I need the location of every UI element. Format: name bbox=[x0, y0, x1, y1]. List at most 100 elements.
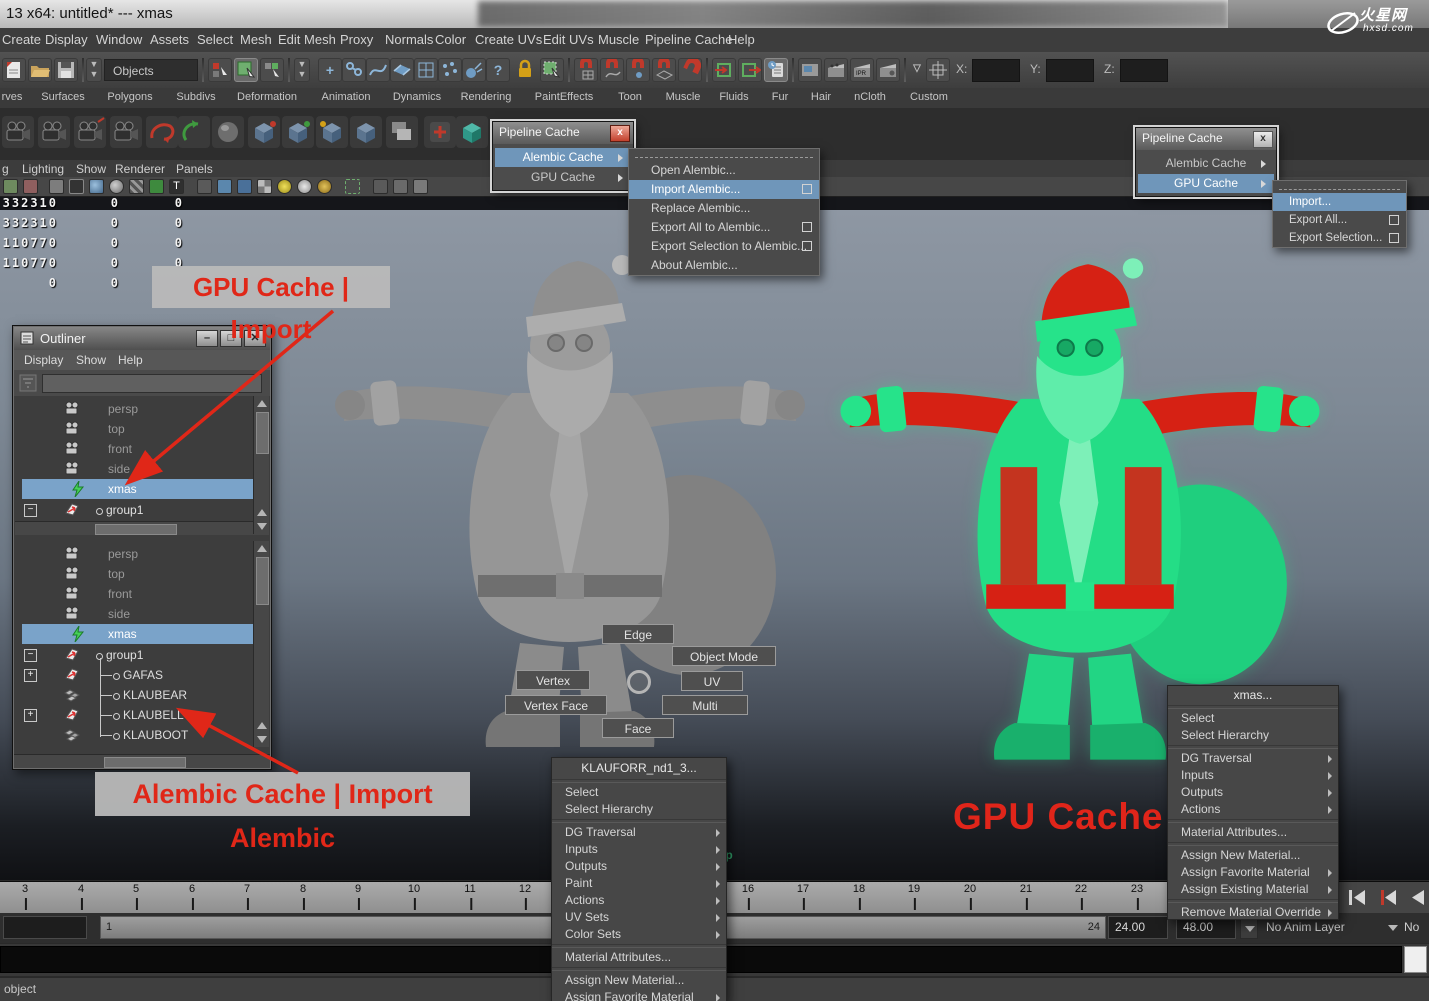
marking-menu-multi[interactable]: Multi bbox=[662, 695, 748, 715]
gpu-cache-cube-shelf-icon[interactable] bbox=[456, 116, 488, 148]
construction-history-icon[interactable] bbox=[764, 58, 788, 82]
surface-tool-icon[interactable] bbox=[390, 58, 414, 82]
z-coordinate-field[interactable] bbox=[1120, 59, 1168, 82]
menu-display[interactable]: Display bbox=[45, 32, 88, 47]
outliner-item-persp[interactable]: persp bbox=[14, 399, 270, 419]
frame-tick[interactable]: 5 bbox=[133, 883, 139, 895]
camera-attributes-icon[interactable] bbox=[23, 179, 38, 194]
menu-edit-uvs[interactable]: Edit UVs bbox=[543, 32, 594, 47]
frame-tick[interactable]: 10 bbox=[408, 883, 420, 895]
smooth-shade-cube-icon[interactable] bbox=[217, 179, 232, 194]
poly-cube-shelf-icon[interactable] bbox=[282, 116, 314, 148]
menu-edit-mesh[interactable]: Edit Mesh bbox=[278, 32, 336, 47]
collapse-expander[interactable]: − bbox=[24, 504, 37, 517]
menu-window[interactable]: Window bbox=[96, 32, 142, 47]
menu-item-outputs[interactable]: Outputs bbox=[1168, 784, 1338, 801]
menu-item-uv-sets[interactable]: UV Sets bbox=[552, 909, 726, 926]
snap-to-plane-icon[interactable] bbox=[652, 58, 676, 82]
about-alembic-item[interactable]: About Alembic... bbox=[629, 256, 819, 275]
option-box-icon[interactable] bbox=[802, 222, 812, 232]
highlight-selection-icon[interactable] bbox=[540, 58, 564, 82]
tear-off-handle[interactable] bbox=[1279, 183, 1400, 190]
menu-item-select[interactable]: Select bbox=[552, 784, 726, 801]
wire-cube-icon[interactable] bbox=[197, 179, 212, 194]
panel-menu-panels[interactable]: Panels bbox=[176, 162, 213, 176]
option-box-icon[interactable] bbox=[1389, 215, 1399, 225]
close-icon[interactable]: x bbox=[1253, 131, 1273, 148]
flat-shade-cube-icon[interactable] bbox=[237, 179, 252, 194]
expand-expander[interactable]: + bbox=[24, 669, 37, 682]
move-tool-icon[interactable]: + bbox=[318, 58, 342, 82]
shelf-tab-subdivs[interactable]: Subdivs bbox=[176, 91, 215, 103]
output-connections-icon[interactable] bbox=[738, 58, 762, 82]
outliner-item-side[interactable]: side bbox=[14, 459, 270, 479]
scroll-down-icon[interactable] bbox=[257, 736, 267, 743]
textured-mode-icon[interactable] bbox=[149, 179, 164, 194]
start-time-field[interactable] bbox=[3, 916, 87, 939]
shelf-tab-rendering[interactable]: Rendering bbox=[461, 91, 512, 103]
checker-sphere-icon[interactable] bbox=[257, 179, 272, 194]
shelf-tab-curves[interactable]: rves bbox=[2, 91, 23, 103]
outliner-item-side[interactable]: side bbox=[14, 604, 270, 624]
dropdown-chevron-icon[interactable]: ▽ bbox=[910, 58, 924, 82]
collapse-chevron-icon[interactable]: ▼▼ bbox=[86, 58, 102, 82]
scrollbar-thumb[interactable] bbox=[95, 524, 177, 535]
marking-menu-uv[interactable]: UV bbox=[681, 671, 743, 691]
frame-tick[interactable]: 16 bbox=[742, 883, 754, 895]
pipeline-window-title-bar[interactable]: Pipeline Cache x bbox=[493, 122, 633, 144]
step-back-key-button[interactable] bbox=[1376, 886, 1400, 909]
open-scene-icon[interactable] bbox=[28, 58, 52, 82]
outliner-item-top[interactable]: top bbox=[14, 564, 270, 584]
shelf-tab-surfaces[interactable]: Surfaces bbox=[41, 91, 84, 103]
outliner-item-klauboot[interactable]: KLAUBOOT bbox=[14, 725, 270, 745]
chevron-down-icon[interactable] bbox=[1384, 916, 1402, 939]
menu-item-material-attributes[interactable]: Material Attributes... bbox=[552, 949, 726, 966]
frame-tick[interactable]: 18 bbox=[853, 883, 865, 895]
frame-tick[interactable]: 12 bbox=[519, 883, 531, 895]
bookmark-icon[interactable] bbox=[49, 179, 64, 194]
image-plane-icon[interactable] bbox=[69, 179, 84, 194]
frame-tick[interactable]: 19 bbox=[908, 883, 920, 895]
gpu-export-all-item[interactable]: Export All... bbox=[1273, 211, 1406, 229]
marking-menu-vertex[interactable]: Vertex bbox=[516, 670, 590, 690]
frame-tick[interactable]: 21 bbox=[1020, 883, 1032, 895]
horizontal-scrollbar[interactable] bbox=[14, 754, 270, 768]
scroll-down-icon[interactable] bbox=[257, 523, 267, 530]
select-camera-icon[interactable] bbox=[3, 179, 18, 194]
poly-cube-shelf-icon[interactable] bbox=[248, 116, 280, 148]
outliner-item-persp[interactable]: persp bbox=[14, 544, 270, 564]
marking-menu-vertex-face[interactable]: Vertex Face bbox=[505, 695, 607, 715]
shelf-tab-hair[interactable]: Hair bbox=[811, 91, 831, 103]
poly-cube-shelf-icon[interactable] bbox=[350, 116, 382, 148]
absolute-transform-icon[interactable] bbox=[926, 58, 950, 82]
expand-expander[interactable]: + bbox=[24, 709, 37, 722]
shelf-tab-ncloth[interactable]: nCloth bbox=[854, 91, 886, 103]
menu-item-assign-new-material[interactable]: Assign New Material... bbox=[1168, 847, 1338, 864]
menu-item-select[interactable]: Select bbox=[1168, 710, 1338, 727]
menu-item-remove-material-override[interactable]: Remove Material Override bbox=[1168, 904, 1338, 920]
double-pane-icon[interactable] bbox=[393, 179, 408, 194]
isolate-select-icon[interactable] bbox=[345, 179, 360, 194]
shelf-tab-dynamics[interactable]: Dynamics bbox=[393, 91, 441, 103]
render-current-frame-icon[interactable] bbox=[824, 58, 848, 82]
menu-color[interactable]: Color bbox=[435, 32, 466, 47]
menu-item-select-hierarchy[interactable]: Select Hierarchy bbox=[552, 801, 726, 818]
panel-menu-shading-partial[interactable]: g bbox=[2, 162, 9, 176]
frame-tick[interactable]: 7 bbox=[244, 883, 250, 895]
shelf-tab-toon[interactable]: Toon bbox=[618, 91, 642, 103]
camera-shelf-icon[interactable] bbox=[74, 116, 106, 148]
help-icon[interactable]: ? bbox=[486, 58, 510, 82]
xray-cube-icon[interactable] bbox=[373, 179, 388, 194]
snap-to-curve-icon[interactable] bbox=[600, 58, 624, 82]
shelf-tab-custom[interactable]: Custom bbox=[910, 91, 948, 103]
menu-pipeline-cache[interactable]: Pipeline Cache bbox=[645, 32, 732, 47]
poly-cube-shelf-icon[interactable] bbox=[316, 116, 348, 148]
snap-to-grid-icon[interactable] bbox=[574, 58, 598, 82]
shelf-tab-fluids[interactable]: Fluids bbox=[719, 91, 748, 103]
marking-menu-object-mode[interactable]: Object Mode bbox=[672, 646, 776, 666]
tear-off-handle[interactable] bbox=[635, 151, 813, 158]
frame-tick[interactable]: 3 bbox=[22, 883, 28, 895]
frame-tick[interactable]: 9 bbox=[355, 883, 361, 895]
gpu-cache-menu-item[interactable]: GPU Cache bbox=[1138, 174, 1274, 193]
select-hierarchy-mode-icon[interactable] bbox=[208, 58, 232, 82]
